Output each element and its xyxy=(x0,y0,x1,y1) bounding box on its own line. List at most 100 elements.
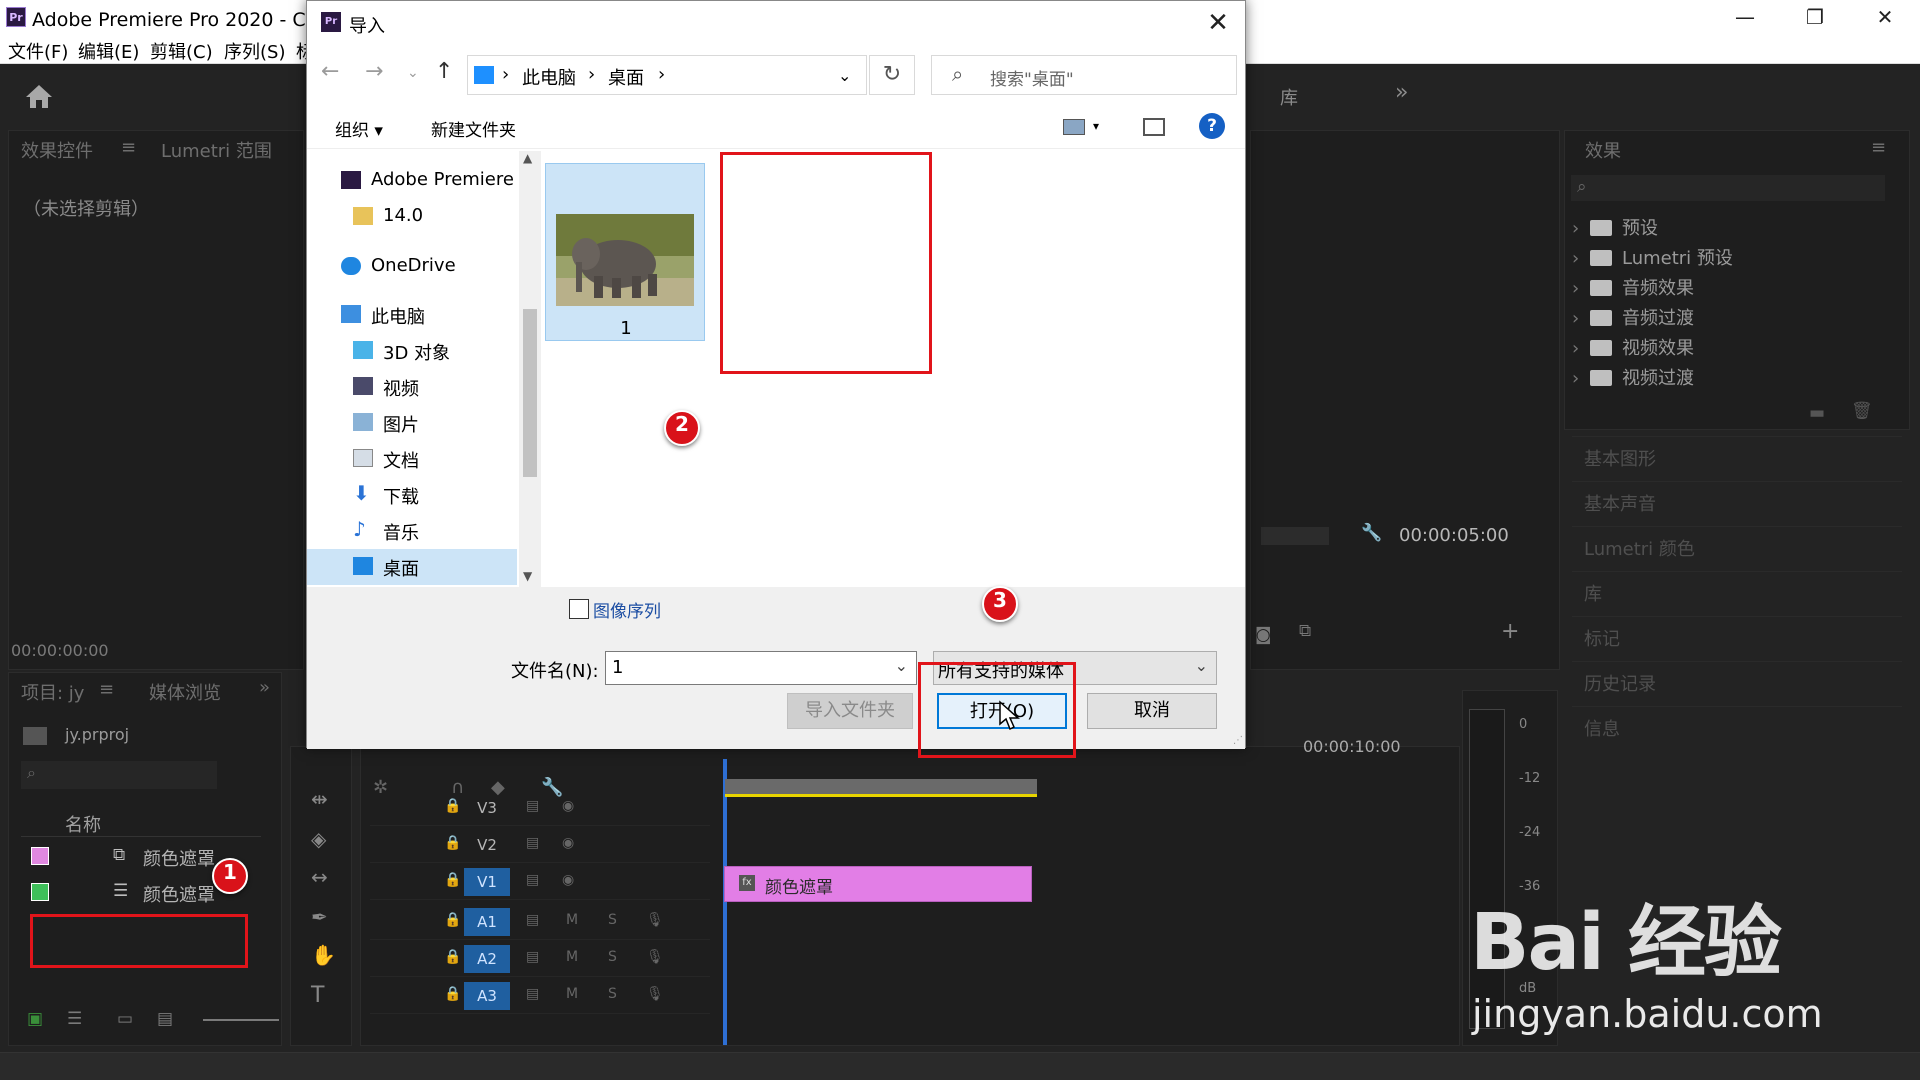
section-lumetri-color[interactable]: Lumetri 颜色 xyxy=(1572,526,1902,566)
organize-button[interactable]: 组织 ▾ xyxy=(335,116,383,141)
zoom-slider[interactable] xyxy=(203,1019,279,1021)
track-label-a2[interactable]: A2 xyxy=(464,945,510,973)
type-icon[interactable]: T xyxy=(311,983,324,1008)
tab-project[interactable]: 项目: jy xyxy=(21,679,84,705)
image-sequence-checkbox[interactable] xyxy=(569,599,589,619)
lock-icon[interactable]: 🔒 xyxy=(444,986,461,1002)
eye-icon[interactable]: ◉ xyxy=(562,872,574,888)
nav-item-desktop[interactable]: 桌面 xyxy=(307,549,517,585)
timeline-clip[interactable]: fx 颜色遮罩 xyxy=(724,866,1032,902)
lock-icon[interactable]: 🔒 xyxy=(444,912,461,928)
refresh-icon[interactable]: ↻ xyxy=(869,55,915,95)
microphone-icon[interactable]: 🎙 xyxy=(646,949,664,965)
scroll-thumb[interactable] xyxy=(523,309,537,477)
nav-scrollbar[interactable]: ▲ ▼ xyxy=(519,151,541,587)
track-label-a1[interactable]: A1 xyxy=(464,908,510,936)
effects-folder-presets[interactable]: › 预设 xyxy=(1572,214,1892,242)
nav-item-this-pc[interactable]: 此电脑 xyxy=(307,297,517,333)
chevron-down-icon[interactable]: ⌄ xyxy=(838,66,851,85)
effects-folder-lumetri-presets[interactable]: › Lumetri 预设 xyxy=(1572,244,1892,272)
home-icon[interactable] xyxy=(24,82,54,110)
resize-grip-icon[interactable]: ⋰ xyxy=(1233,735,1243,746)
restore-icon[interactable]: ❐ xyxy=(1780,0,1850,34)
lock-icon[interactable]: 🔒 xyxy=(444,835,461,851)
back-arrow-icon[interactable]: ← xyxy=(321,59,339,84)
nav-item-adobe-premiere[interactable]: Adobe Premiere xyxy=(307,163,517,199)
pen-icon[interactable]: ✒ xyxy=(311,905,328,929)
nav-item-video[interactable]: 视频 xyxy=(307,369,517,405)
import-folder-button[interactable]: 导入文件夹 xyxy=(787,693,913,729)
panel-menu-icon[interactable]: ≡ xyxy=(121,137,136,158)
sync-lock-icon[interactable]: ▤ xyxy=(526,912,539,928)
lock-icon[interactable]: 🔒 xyxy=(444,798,461,814)
breadcrumb-desktop[interactable]: 桌面 xyxy=(608,64,644,90)
tab-effect-controls[interactable]: 效果控件 xyxy=(21,137,93,163)
menu-sequence[interactable]: 序列(S) xyxy=(224,38,285,64)
address-bar[interactable]: › 此电脑 › 桌面 › ⌄ xyxy=(467,55,867,95)
slip-icon[interactable]: ↔ xyxy=(311,865,328,889)
nav-item-onedrive[interactable]: OneDrive xyxy=(307,249,517,285)
track-label-v3[interactable]: V3 xyxy=(464,794,510,822)
lock-icon[interactable]: 🔒 xyxy=(444,949,461,965)
close-icon[interactable]: ✕ xyxy=(1201,7,1235,39)
chevron-down-icon[interactable]: ⌄ xyxy=(895,656,908,675)
minimize-icon[interactable]: — xyxy=(1710,0,1780,34)
recent-locations-icon[interactable]: ⌄ xyxy=(407,65,419,81)
icon-view-icon[interactable]: ▭ xyxy=(117,1009,133,1029)
panel-menu-icon[interactable]: ≡ xyxy=(99,679,114,700)
image-sequence-label[interactable]: 图像序列 xyxy=(593,597,661,622)
fit-select[interactable] xyxy=(1261,527,1329,545)
section-info[interactable]: 信息 xyxy=(1572,706,1902,746)
effects-folder-video-transitions[interactable]: › 视频过渡 xyxy=(1572,364,1892,392)
chevron-down-icon[interactable]: ▾ xyxy=(1093,119,1099,133)
breadcrumb-this-pc[interactable]: 此电脑 xyxy=(522,64,576,90)
lock-icon[interactable]: ▣ xyxy=(27,1009,43,1029)
sync-lock-icon[interactable]: ▤ xyxy=(526,798,539,814)
section-essential-sound[interactable]: 基本声音 xyxy=(1572,481,1902,521)
track-label-v1[interactable]: V1 xyxy=(464,868,510,896)
solo-button[interactable]: S xyxy=(608,949,617,965)
menu-clip[interactable]: 剪辑(C) xyxy=(150,38,213,64)
nav-item-3d-objects[interactable]: 3D 对象 xyxy=(307,333,517,369)
effects-folder-video-effects[interactable]: › 视频效果 xyxy=(1572,334,1892,362)
section-essential-graphics[interactable]: 基本图形 xyxy=(1572,436,1902,476)
project-search-input[interactable]: ⌕ xyxy=(21,761,217,789)
tab-lumetri-scopes[interactable]: Lumetri 范围 xyxy=(161,137,272,163)
search-input[interactable]: ⌕ 搜索"桌面" xyxy=(931,55,1237,95)
lock-icon[interactable]: 🔒 xyxy=(444,872,461,888)
razor-icon[interactable]: ◈ xyxy=(311,827,326,851)
nav-item-14[interactable]: 14.0 xyxy=(307,199,517,235)
panel-menu-icon[interactable]: ≡ xyxy=(1871,137,1886,158)
menu-file[interactable]: 文件(F) xyxy=(8,38,68,64)
section-libraries[interactable]: 库 xyxy=(1572,571,1902,611)
effects-search-input[interactable]: ⌕ xyxy=(1571,175,1885,201)
mute-button[interactable]: M xyxy=(566,949,578,965)
wrench-icon[interactable]: 🔧 xyxy=(1361,523,1382,543)
view-options-icon[interactable] xyxy=(1063,119,1085,135)
section-markers[interactable]: 标记 xyxy=(1572,616,1902,656)
file-item[interactable]: 1 xyxy=(545,163,705,341)
menu-edit[interactable]: 编辑(E) xyxy=(78,38,139,64)
add-button-icon[interactable]: + xyxy=(1501,619,1519,644)
microphone-icon[interactable]: 🎙 xyxy=(646,986,664,1002)
ripple-edit-icon[interactable]: ⇹ xyxy=(311,787,328,811)
nav-item-music[interactable]: ♪ 音乐 xyxy=(307,513,517,549)
filename-input[interactable]: 1 ⌄ xyxy=(605,651,917,685)
effects-folder-audio-transitions[interactable]: › 音频过渡 xyxy=(1572,304,1892,332)
solo-button[interactable]: S xyxy=(608,986,617,1002)
scroll-down-icon[interactable]: ▼ xyxy=(523,569,532,583)
microphone-icon[interactable]: 🎙 xyxy=(646,912,664,928)
compare-icon[interactable]: ⧉ xyxy=(1299,621,1311,641)
scroll-up-icon[interactable]: ▲ xyxy=(523,151,532,165)
solo-button[interactable]: S xyxy=(608,912,617,928)
tab-media-browser[interactable]: 媒体浏览 xyxy=(149,679,221,705)
eye-icon[interactable]: ◉ xyxy=(562,798,574,814)
cancel-button[interactable]: 取消 xyxy=(1087,693,1217,729)
eye-icon[interactable]: ◉ xyxy=(562,835,574,851)
track-label-a3[interactable]: A3 xyxy=(464,982,510,1010)
help-icon[interactable]: ? xyxy=(1199,113,1225,139)
nav-item-pictures[interactable]: 图片 xyxy=(307,405,517,441)
effects-folder-audio-effects[interactable]: › 音频效果 xyxy=(1572,274,1892,302)
sync-lock-icon[interactable]: ▤ xyxy=(526,986,539,1002)
new-folder-button[interactable]: 新建文件夹 xyxy=(431,116,516,141)
